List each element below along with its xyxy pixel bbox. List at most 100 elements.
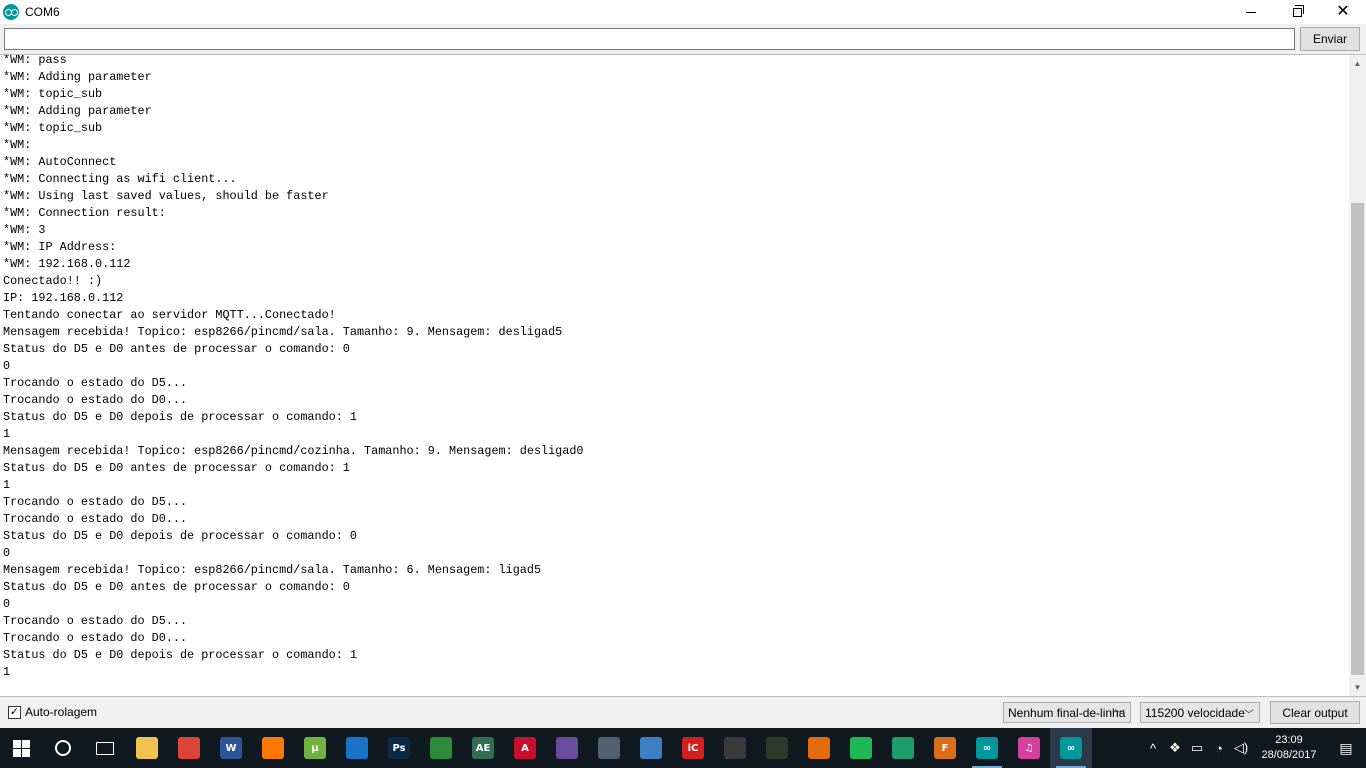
output-line: *WM: Adding parameter	[3, 70, 152, 84]
baud-rate-select[interactable]: 115200 velocidade ﹀	[1140, 702, 1260, 723]
autoscroll-checkbox[interactable]: ✓	[8, 705, 21, 719]
scroll-thumb[interactable]	[1351, 203, 1364, 675]
output-line: Status do D5 e D0 depois de processar o …	[3, 410, 357, 424]
app-grid-icon	[556, 737, 578, 759]
line-ending-value: Nenhum final-de-linha	[1008, 705, 1126, 720]
clock-time: 23:09	[1275, 734, 1303, 746]
arduino-icon: ∞	[976, 737, 998, 759]
output-line: 0	[3, 546, 11, 560]
output-line: Mensagem recebida! Topico: esp8266/pincm…	[3, 563, 542, 577]
app-star-icon	[598, 737, 620, 759]
volume-icon[interactable]: ◁)	[1230, 740, 1252, 756]
windows-icon	[12, 739, 30, 757]
taskbar-app-utorrent[interactable]: µ	[294, 728, 336, 768]
output-line: Mensagem recebida! Topico: esp8266/pincm…	[3, 325, 563, 339]
arduino-icon	[3, 4, 19, 20]
output-line: Mensagem recebida! Topico: esp8266/pincm…	[3, 444, 584, 458]
output-line: 0	[3, 597, 11, 611]
photoshop-icon: Ps	[388, 737, 410, 759]
autoscroll-label: Auto-rolagem	[25, 705, 98, 719]
window-title: COM6	[25, 5, 60, 19]
app-bars-icon	[892, 737, 914, 759]
output-line: Trocando o estado do D0...	[3, 512, 188, 526]
notification-icon[interactable]: ▤	[1326, 728, 1366, 768]
scroll-down-icon[interactable]: ▼	[1349, 679, 1366, 696]
system-tray: ^ ❖ ▭ ◔ ◁) 23:09 28/08/2017 ▤	[1142, 728, 1366, 768]
output-line: 0	[3, 359, 11, 373]
app-ic-icon: iC	[682, 737, 704, 759]
minimize-icon	[1246, 11, 1256, 13]
baud-rate-value: 115200 velocidade	[1145, 705, 1245, 720]
taskbar-app-avast[interactable]	[252, 728, 294, 768]
battery-icon[interactable]: ▭	[1186, 740, 1208, 756]
scroll-up-icon[interactable]: ▲	[1349, 55, 1366, 72]
taskbar-app-app-ic[interactable]: iC	[672, 728, 714, 768]
chrome-icon	[178, 737, 200, 759]
app-ae-icon: AE	[472, 737, 494, 759]
serial-input[interactable]	[4, 28, 1295, 50]
restore-icon	[1292, 4, 1304, 17]
taskbar-app-arduino-serial[interactable]: ∞	[1050, 728, 1092, 768]
line-ending-select[interactable]: Nenhum final-de-linha ﹀	[1003, 702, 1131, 723]
task-view-button[interactable]	[84, 728, 126, 768]
output-line: 1	[3, 665, 11, 679]
search-button[interactable]	[42, 728, 84, 768]
bottom-bar: ✓ Auto-rolagem Nenhum final-de-linha ﹀ 1…	[0, 697, 1366, 728]
taskbar-app-app-x[interactable]	[714, 728, 756, 768]
taskbar-app-file-explorer[interactable]	[126, 728, 168, 768]
chevron-down-icon: ﹀	[1115, 710, 1125, 721]
restore-button[interactable]	[1274, 0, 1320, 24]
taskbar-app-app-terminal[interactable]	[756, 728, 798, 768]
fritzing-icon: F	[934, 737, 956, 759]
clear-output-button[interactable]: Clear output	[1270, 701, 1360, 724]
taskbar-app-app-grid[interactable]	[546, 728, 588, 768]
avast-icon	[262, 737, 284, 759]
output-line: *WM: Connection result:	[3, 206, 166, 220]
cortana-icon	[55, 740, 71, 756]
word-icon: W	[220, 737, 242, 759]
taskbar-app-sketchup[interactable]	[420, 728, 462, 768]
app-blue-icon	[346, 737, 368, 759]
autoscroll-toggle[interactable]: ✓ Auto-rolagem	[8, 705, 97, 719]
taskbar-app-app-bars[interactable]	[882, 728, 924, 768]
taskbar-app-app-ae[interactable]: AE	[462, 728, 504, 768]
taskbar-app-fritzing[interactable]: F	[924, 728, 966, 768]
output-line: *WM: 192.168.0.112	[3, 257, 131, 271]
close-button[interactable]: ✕	[1320, 0, 1366, 24]
clock[interactable]: 23:09 28/08/2017	[1252, 733, 1326, 763]
spotify-icon	[850, 737, 872, 759]
taskbar-app-word[interactable]: W	[210, 728, 252, 768]
utorrent-icon: µ	[304, 737, 326, 759]
chevron-up-icon[interactable]: ^	[1142, 741, 1164, 756]
taskbar-app-arduino[interactable]: ∞	[966, 728, 1008, 768]
vertical-scrollbar[interactable]: ▲ ▼	[1349, 55, 1366, 696]
send-bar: Enviar	[0, 24, 1366, 54]
app-terminal-icon	[766, 737, 788, 759]
window-controls: ✕	[1228, 0, 1366, 24]
output-line: Status do D5 e D0 depois de processar o …	[3, 648, 357, 662]
taskbar-app-app-star[interactable]	[588, 728, 630, 768]
send-button[interactable]: Enviar	[1300, 27, 1360, 51]
taskbar-app-matlab[interactable]	[798, 728, 840, 768]
sketchup-icon	[430, 737, 452, 759]
taskbar-app-spotify[interactable]	[840, 728, 882, 768]
output-line: IP: 192.168.0.112	[3, 291, 124, 305]
wifi-icon[interactable]: ◔	[1208, 741, 1230, 756]
taskbar-app-photoshop[interactable]: Ps	[378, 728, 420, 768]
taskbar-app-autocad[interactable]: A	[504, 728, 546, 768]
taskbar-app-chrome[interactable]	[168, 728, 210, 768]
arduino-serial-icon: ∞	[1060, 737, 1082, 759]
dropbox-icon[interactable]: ❖	[1164, 740, 1186, 756]
start-button[interactable]	[0, 728, 42, 768]
taskbar-app-itunes[interactable]: ♫	[1008, 728, 1050, 768]
task-view-icon	[96, 741, 114, 755]
taskbar-app-app-blue[interactable]	[336, 728, 378, 768]
minimize-button[interactable]	[1228, 0, 1274, 24]
output-line: Status do D5 e D0 antes de processar o c…	[3, 461, 350, 475]
taskbar-app-app-globe[interactable]	[630, 728, 672, 768]
output-lines: *WM: pass *WM: Adding parameter *WM: topic…	[3, 55, 584, 681]
output-line: Tentando conectar ao servidor MQTT...Con…	[3, 308, 336, 322]
output-line: 1	[3, 478, 11, 492]
app-x-icon	[724, 737, 746, 759]
serial-output[interactable]: *WM: pass *WM: Adding parameter *WM: topic…	[0, 54, 1366, 697]
